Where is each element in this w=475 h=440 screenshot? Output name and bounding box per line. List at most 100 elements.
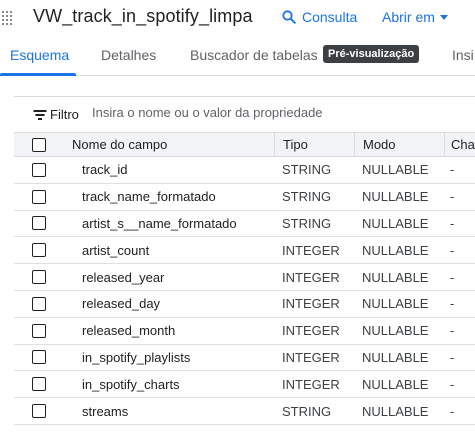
table-row[interactable]: released_year INTEGER NULLABLE -: [14, 264, 475, 291]
table-header-row: Nome do campo Tipo Modo Chav: [14, 132, 475, 157]
field-mode: NULLABLE: [362, 376, 429, 392]
field-mode: NULLABLE: [362, 403, 429, 419]
open-in-button-label: Abrir em: [382, 9, 435, 25]
field-name-cell: track_id: [64, 157, 274, 183]
field-name: track_name_formatado: [82, 189, 216, 205]
field-key: -: [450, 269, 455, 285]
field-mode: NULLABLE: [362, 215, 429, 231]
field-name-cell: artist_s__name_formatado: [64, 211, 274, 237]
column-header-mode[interactable]: Modo: [354, 133, 444, 156]
row-checkbox[interactable]: [32, 162, 46, 177]
row-select-cell: [14, 371, 64, 397]
row-checkbox[interactable]: [32, 270, 46, 285]
row-select-cell: [14, 264, 64, 290]
row-checkbox[interactable]: [32, 189, 46, 204]
table-header: VW_track_in_spotify_limpa Consulta Abrir…: [0, 0, 475, 36]
search-icon: [282, 10, 296, 24]
tab-detalhes[interactable]: Detalhes: [101, 47, 156, 63]
table-row[interactable]: in_spotify_charts INTEGER NULLABLE -: [14, 371, 475, 399]
field-key: -: [450, 215, 455, 231]
field-type: STRING: [282, 162, 332, 178]
tab-buscador-de-tabelas[interactable]: Buscador de tabelas: [190, 47, 318, 63]
field-mode: NULLABLE: [362, 189, 429, 205]
column-header-name[interactable]: Nome do campo: [64, 133, 274, 156]
table-row[interactable]: in_spotify_playlists INTEGER NULLABLE -: [14, 345, 475, 372]
column-header-key[interactable]: Chav: [444, 133, 475, 156]
field-name-cell: in_spotify_playlists: [64, 345, 274, 371]
field-type: INTEGER: [282, 376, 340, 392]
select-all-cell: [14, 133, 64, 156]
filter-icon[interactable]: [33, 110, 46, 120]
row-checkbox[interactable]: [32, 243, 46, 258]
field-name-cell: released_year: [64, 264, 274, 290]
open-in-button[interactable]: Abrir em: [382, 9, 448, 25]
row-checkbox[interactable]: [32, 350, 46, 365]
field-key: -: [450, 162, 455, 178]
field-key: -: [450, 323, 455, 339]
field-type: STRING: [282, 189, 332, 205]
row-checkbox[interactable]: [32, 404, 46, 419]
filter-input[interactable]: [92, 105, 472, 120]
field-name: streams: [82, 403, 129, 419]
field-type: INTEGER: [282, 296, 340, 312]
row-select-cell: [14, 291, 64, 317]
field-name: in_spotify_charts: [82, 376, 180, 392]
field-key: -: [450, 376, 455, 392]
field-name-cell: artist_count: [64, 237, 274, 263]
tab-insights[interactable]: Insi: [452, 47, 474, 63]
filter-bar: Filtro: [14, 96, 475, 132]
column-header-type[interactable]: Tipo: [274, 133, 354, 156]
field-type: STRING: [282, 215, 332, 231]
field-name-cell: released_day: [64, 291, 274, 317]
query-button-label: Consulta: [302, 9, 358, 25]
select-all-checkbox[interactable]: [32, 137, 46, 152]
tab-pre-visualizacao[interactable]: Pré-visualização: [323, 45, 420, 63]
row-select-cell: [14, 398, 64, 424]
row-checkbox[interactable]: [32, 323, 46, 338]
field-name: artist_s__name_formatado: [82, 215, 237, 231]
row-select-cell: [14, 345, 64, 371]
field-type: INTEGER: [282, 349, 340, 365]
field-mode: NULLABLE: [362, 323, 429, 339]
field-name-cell: streams: [64, 398, 274, 424]
filter-label: Filtro: [50, 107, 79, 122]
table-grid-icon: [2, 11, 14, 25]
field-name: artist_count: [82, 242, 150, 258]
field-type: INTEGER: [282, 242, 340, 258]
row-select-cell: [14, 184, 64, 210]
table-row[interactable]: streams STRING NULLABLE -: [14, 398, 475, 425]
field-name: released_year: [82, 269, 165, 285]
row-checkbox[interactable]: [32, 216, 46, 231]
row-checkbox[interactable]: [32, 296, 46, 311]
row-select-cell: [14, 237, 64, 263]
field-key: -: [450, 296, 455, 312]
tab-esquema[interactable]: Esquema: [10, 47, 69, 63]
field-key: -: [450, 349, 455, 365]
field-mode: NULLABLE: [362, 162, 429, 178]
row-select-cell: [14, 211, 64, 237]
field-mode: NULLABLE: [362, 349, 429, 365]
table-row[interactable]: artist_s__name_formatado STRING NULLABLE -: [14, 211, 475, 238]
active-tab-indicator: [0, 73, 76, 76]
field-name-cell: track_name_formatado: [64, 184, 274, 210]
table-row[interactable]: released_month INTEGER NULLABLE -: [14, 318, 475, 345]
field-mode: NULLABLE: [362, 242, 429, 258]
query-button[interactable]: Consulta: [282, 9, 357, 25]
table-row[interactable]: artist_count INTEGER NULLABLE -: [14, 237, 475, 265]
field-name: track_id: [82, 162, 128, 178]
tab-bar: Esquema Detalhes Buscador de tabelas Pré…: [0, 36, 475, 76]
table-row[interactable]: released_day INTEGER NULLABLE -: [14, 291, 475, 318]
field-name: released_day: [82, 296, 161, 312]
row-checkbox[interactable]: [32, 377, 46, 392]
field-name: released_month: [82, 323, 176, 339]
field-name-cell: in_spotify_charts: [64, 371, 274, 397]
table-row[interactable]: track_name_formatado STRING NULLABLE -: [14, 184, 475, 211]
field-mode: NULLABLE: [362, 296, 429, 312]
field-type: STRING: [282, 403, 332, 419]
field-mode: NULLABLE: [362, 269, 429, 285]
row-select-cell: [14, 318, 64, 344]
field-name: in_spotify_playlists: [82, 349, 191, 365]
table-row[interactable]: track_id STRING NULLABLE -: [14, 157, 475, 184]
field-key: -: [450, 189, 455, 205]
chevron-down-icon: [439, 15, 448, 20]
